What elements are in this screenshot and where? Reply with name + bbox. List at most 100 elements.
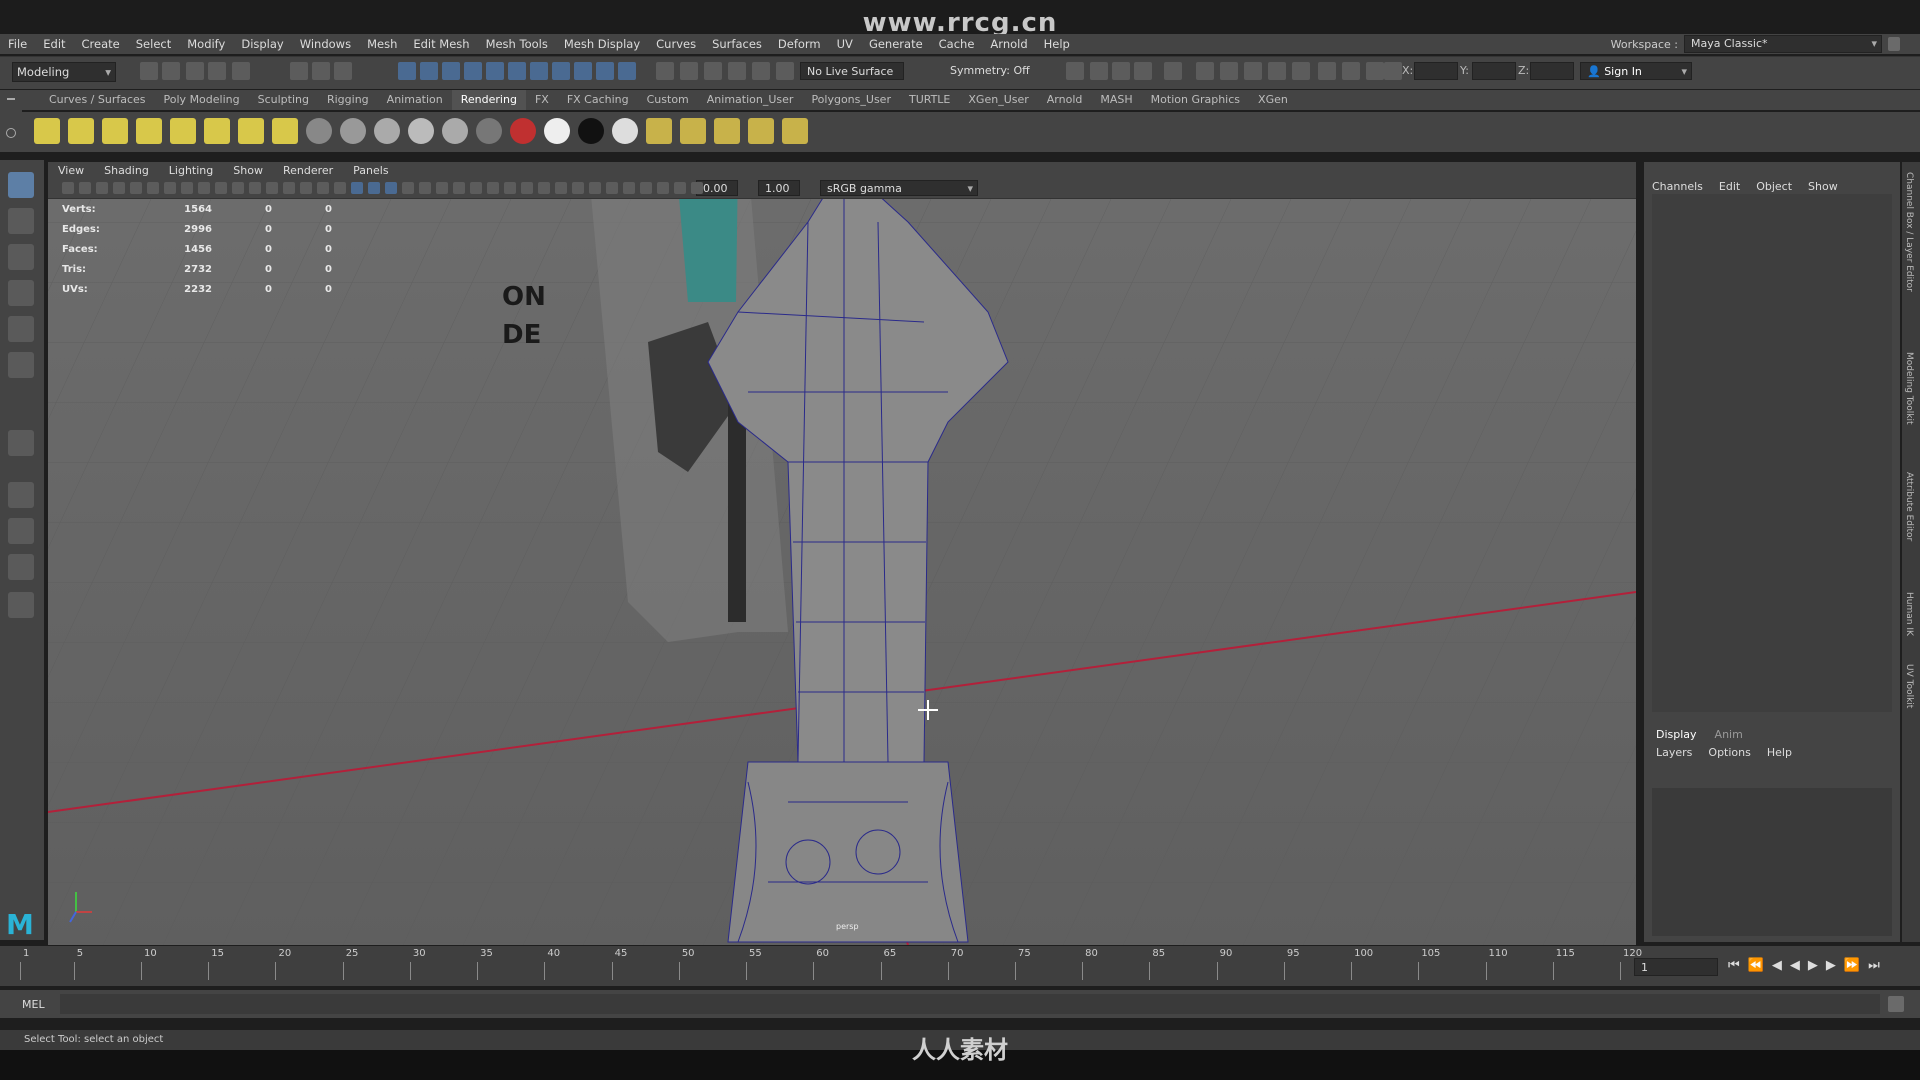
status-tool-icon[interactable] <box>1366 62 1384 80</box>
viewport-tool-icon[interactable] <box>402 182 414 194</box>
lock-icon[interactable] <box>1888 37 1900 51</box>
shelf-tool-icon[interactable] <box>238 118 264 144</box>
status-tool-icon[interactable] <box>1244 62 1262 80</box>
status-tool-icon[interactable] <box>508 62 526 80</box>
menu-surfaces[interactable]: Surfaces <box>704 34 770 54</box>
shelf-tab-xgen[interactable]: XGen <box>1249 90 1297 110</box>
move-tool-icon[interactable] <box>8 280 34 306</box>
shelf-tool-icon[interactable] <box>510 118 536 144</box>
go-to-end-icon[interactable]: ⏭ <box>1868 958 1880 973</box>
shelf-tool-icon[interactable] <box>646 118 672 144</box>
shelf-tab-mash[interactable]: MASH <box>1091 90 1141 110</box>
menu-cache[interactable]: Cache <box>931 34 983 54</box>
status-tool-icon[interactable] <box>464 62 482 80</box>
sign-in-button[interactable]: 👤 Sign In ▾ <box>1580 62 1692 80</box>
shelf-tab-motion-graphics[interactable]: Motion Graphics <box>1142 90 1249 110</box>
viewport-tool-icon[interactable] <box>487 182 499 194</box>
step-back-frame-icon[interactable]: ◀︎ <box>1772 958 1782 973</box>
shelf-tool-icon[interactable] <box>340 118 366 144</box>
select-tool-icon[interactable] <box>8 172 34 198</box>
viewport-tool-icon[interactable] <box>504 182 516 194</box>
layer-list[interactable] <box>1652 788 1892 936</box>
viewport-tool-icon[interactable] <box>521 182 533 194</box>
viewport-tool-icon[interactable] <box>283 182 295 194</box>
shelf-tool-icon[interactable] <box>612 118 638 144</box>
channel-box-area[interactable] <box>1652 194 1892 712</box>
viewport-tool-icon[interactable] <box>62 182 74 194</box>
viewport-tool-icon[interactable] <box>113 182 125 194</box>
mel-label[interactable]: MEL <box>22 998 45 1011</box>
play-backwards-icon[interactable]: ◀ <box>1790 958 1800 973</box>
status-tool-icon[interactable] <box>420 62 438 80</box>
current-frame-field[interactable]: 1 <box>1634 958 1718 976</box>
script-editor-icon[interactable] <box>1888 996 1904 1012</box>
shelf-tool-icon[interactable] <box>102 118 128 144</box>
shelf-tab-sculpting[interactable]: Sculpting <box>249 90 318 110</box>
menu-deform[interactable]: Deform <box>770 34 829 54</box>
viewport-tool-icon[interactable] <box>470 182 482 194</box>
menu-generate[interactable]: Generate <box>861 34 931 54</box>
menu-file[interactable]: File <box>0 34 35 54</box>
viewport-tool-icon[interactable] <box>555 182 567 194</box>
channel-box-menu-channels[interactable]: Channels <box>1652 180 1703 193</box>
layer-menu-help[interactable]: Help <box>1767 746 1792 759</box>
viewport-menu-shading[interactable]: Shading <box>94 162 159 180</box>
status-tool-icon[interactable] <box>334 62 352 80</box>
shelf-tab-fx[interactable]: FX <box>526 90 558 110</box>
x-field[interactable] <box>1414 62 1458 80</box>
side-tab[interactable]: Channel Box / Layer Editor <box>1904 172 1914 292</box>
viewport-menu-view[interactable]: View <box>48 162 94 180</box>
color-space-dropdown[interactable]: sRGB gamma ▾ <box>820 180 978 196</box>
step-back-key-icon[interactable]: ⏪ <box>1748 958 1764 973</box>
status-tool-icon[interactable] <box>140 62 158 80</box>
viewport-tool-icon[interactable] <box>96 182 108 194</box>
status-tool-icon[interactable] <box>596 62 614 80</box>
time-slider[interactable]: 1 5 10 15 20 25 30 35 40 45 50 55 60 65 70 75 80 85 90 95 10… <box>0 946 1920 986</box>
shelf-tool-icon[interactable] <box>578 118 604 144</box>
two-panes-icon[interactable] <box>8 554 34 580</box>
side-tab[interactable]: Modeling Toolkit <box>1904 352 1914 425</box>
layer-tab-display[interactable]: Display <box>1656 728 1697 741</box>
status-tool-icon[interactable] <box>728 62 746 80</box>
shelf-tool-icon[interactable] <box>748 118 774 144</box>
menu-mesh-display[interactable]: Mesh Display <box>556 34 648 54</box>
shelf-tab-rigging[interactable]: Rigging <box>318 90 378 110</box>
viewport-tool-icon[interactable] <box>606 182 618 194</box>
z-field[interactable] <box>1530 62 1574 80</box>
shelf-tool-icon[interactable] <box>476 118 502 144</box>
lasso-tool-icon[interactable] <box>8 208 34 234</box>
step-forward-frame-icon[interactable]: ▶︎ <box>1826 958 1836 973</box>
shelf-tool-icon[interactable] <box>442 118 468 144</box>
shelf-tool-icon[interactable] <box>544 118 570 144</box>
viewport-menu-panels[interactable]: Panels <box>343 162 398 180</box>
shelf-tab-fx-caching[interactable]: FX Caching <box>558 90 638 110</box>
status-tool-icon[interactable] <box>1384 62 1402 80</box>
viewport-tool-icon[interactable] <box>691 182 703 194</box>
shelf-tool-icon[interactable] <box>34 118 60 144</box>
shelf-tool-icon[interactable] <box>204 118 230 144</box>
viewport-tool-icon[interactable] <box>79 182 91 194</box>
menu-help[interactable]: Help <box>1036 34 1078 54</box>
channel-box-menu-object[interactable]: Object <box>1756 180 1792 193</box>
shelf-tool-icon[interactable] <box>782 118 808 144</box>
outliner-icon[interactable] <box>8 592 34 618</box>
viewport-tool-icon[interactable] <box>674 182 686 194</box>
status-tool-icon[interactable] <box>552 62 570 80</box>
menu-edit[interactable]: Edit <box>35 34 73 54</box>
shelf-tab-poly-modeling[interactable]: Poly Modeling <box>155 90 249 110</box>
viewport-tool-icon[interactable] <box>317 182 329 194</box>
status-tool-icon[interactable] <box>1220 62 1238 80</box>
layer-menu-layers[interactable]: Layers <box>1656 746 1692 759</box>
workspace-dropdown[interactable]: Maya Classic* ▾ <box>1684 35 1882 53</box>
viewport-tool-icon[interactable] <box>589 182 601 194</box>
shelf-tab-rendering[interactable]: Rendering <box>451 90 526 110</box>
side-tab[interactable]: Attribute Editor <box>1904 472 1914 541</box>
channel-box-menu-show[interactable]: Show <box>1808 180 1838 193</box>
shelf-tab-animation-user[interactable]: Animation_User <box>698 90 803 110</box>
status-tool-icon[interactable] <box>312 62 330 80</box>
menu-edit-mesh[interactable]: Edit Mesh <box>405 34 477 54</box>
status-tool-icon[interactable] <box>1196 62 1214 80</box>
command-input[interactable] <box>60 994 1880 1014</box>
menu-select[interactable]: Select <box>128 34 179 54</box>
menu-windows[interactable]: Windows <box>292 34 359 54</box>
